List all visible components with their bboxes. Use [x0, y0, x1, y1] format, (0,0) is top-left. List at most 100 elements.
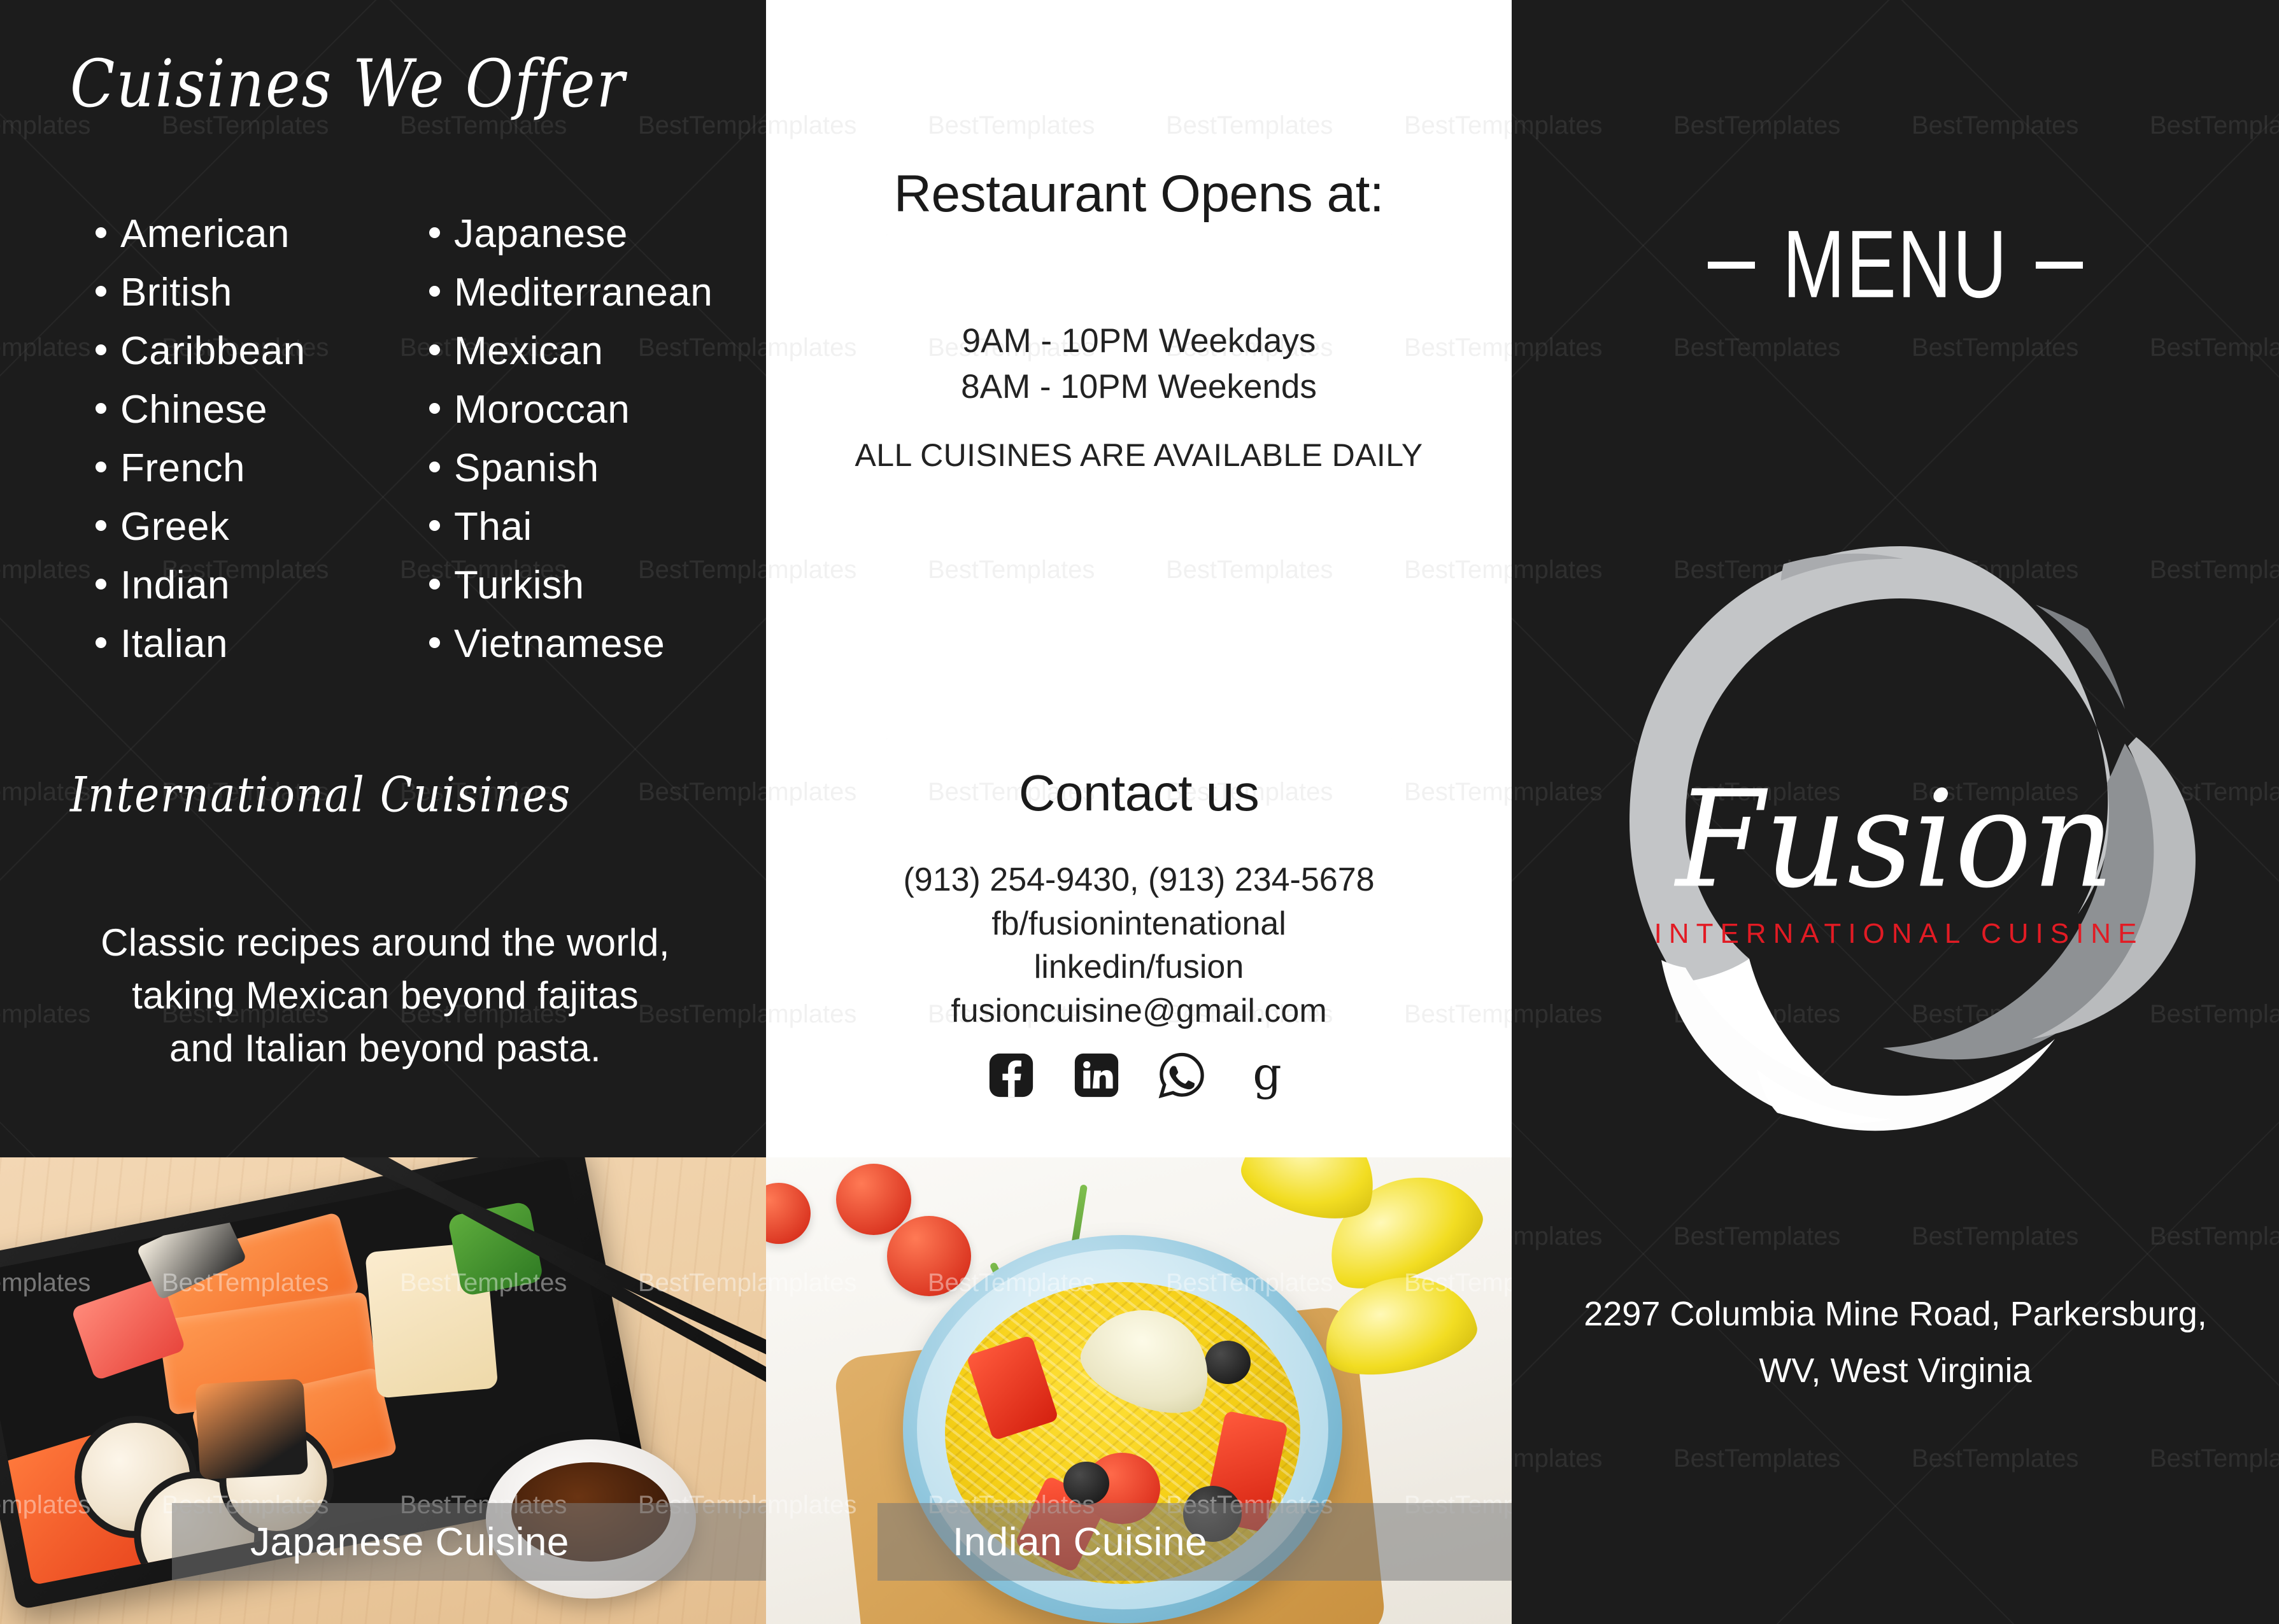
watermark-label: BestTemplates [2150, 111, 2279, 139]
svg-text:g: g [1253, 1050, 1281, 1100]
watermark-label: BestTemplates [1673, 1444, 1841, 1472]
address-line: 2297 Columbia Mine Road, Parkersburg, [1584, 1295, 2207, 1333]
international-body-line: and Italian beyond pasta. [169, 1026, 602, 1070]
bullet-icon [96, 520, 106, 531]
cuisine-item: Moroccan [429, 381, 720, 439]
watermark-label: BestTemplates [1512, 334, 1603, 362]
cuisine-column-1: American British Caribbean Chinese French Gre… [96, 205, 386, 674]
watermark-label: BestTemplates [1673, 111, 1841, 139]
cuisine-item-label: Greek [120, 505, 230, 549]
linkedin-icon[interactable] [1070, 1049, 1123, 1101]
watermark-label: BestTemplates [2150, 334, 2279, 362]
menu-label: MENU [1782, 211, 2008, 318]
contact-details: (913) 254-9430, (913) 234-5678 fb/fusioni… [766, 858, 1512, 1033]
social-links: g [766, 1049, 1512, 1101]
bullet-icon [96, 227, 106, 238]
watermark-label: BestTemplates [2150, 1444, 2279, 1472]
cuisine-item: Japanese [429, 205, 720, 264]
bullet-icon [429, 403, 440, 414]
bullet-icon [429, 520, 440, 531]
cuisine-item-label: Spanish [454, 446, 599, 490]
watermark-label: BestTemplates [1512, 1222, 1603, 1250]
cuisine-item-label: Chinese [120, 388, 267, 432]
bullet-icon [96, 462, 106, 472]
watermark-label: BestTemplates [638, 778, 766, 806]
cuisine-item-label: British [120, 271, 232, 314]
bullet-icon [429, 579, 440, 590]
availability-note: ALL CUISINES ARE AVAILABLE DAILY [855, 437, 1423, 473]
watermark-label: BestTemplates [0, 334, 91, 362]
watermark-label: BestTemplates [1512, 111, 1603, 139]
cuisine-item: Turkish [429, 556, 720, 615]
cuisine-item: Greek [96, 498, 386, 556]
whatsapp-icon[interactable] [1156, 1049, 1208, 1101]
cuisine-item-label: Turkish [454, 563, 585, 607]
menu-rule-right [2035, 261, 2083, 269]
watermark-label: BestTemplates [1912, 1444, 2079, 1472]
cuisine-item: French [96, 439, 386, 498]
contact-line: linkedin/fusion [1033, 949, 1244, 986]
cuisine-item: British [96, 264, 386, 322]
bullet-icon [96, 579, 106, 590]
international-body-line: taking Mexican beyond fajitas [132, 973, 639, 1017]
cuisine-item: Chinese [96, 381, 386, 439]
hours-line: 9AM - 10PM Weekdays [962, 322, 1316, 360]
hours-list: 9AM - 10PM Weekdays 8AM - 10PM Weekends [766, 318, 1512, 409]
watermark-label: BestTemplates [1912, 111, 2079, 139]
watermark-label: BestTemplates [1912, 1222, 2079, 1250]
address-line: WV, West Virginia [1759, 1352, 2032, 1390]
cuisine-item: American [96, 205, 386, 264]
cuisine-item-label: Caribbean [120, 329, 306, 373]
bullet-icon [429, 286, 440, 297]
bullet-icon [429, 637, 440, 648]
watermark-label: BestTemplates [1673, 334, 1841, 362]
cuisine-item: Mediterranean [429, 264, 720, 322]
contact-line: fb/fusionintenational [991, 905, 1286, 942]
cuisine-item: Indian [96, 556, 386, 615]
contact-line: (913) 254-9430, (913) 234-5678 [903, 861, 1375, 898]
facebook-icon[interactable] [985, 1049, 1037, 1101]
cuisine-column-2: Japanese Mediterranean Mexican Moroccan Span… [429, 205, 720, 674]
japanese-cuisine-photo: BestTemplatesBestTemplatesBestTemplatesB… [0, 1157, 766, 1624]
watermark-label: BestTemplates [2150, 1222, 2279, 1250]
japanese-cuisine-caption-label: Japanese Cuisine [250, 1520, 569, 1564]
google-icon[interactable]: g [1241, 1049, 1293, 1101]
fusion-logo-wordmark: Fusion [1675, 762, 2115, 918]
gunkan-piece [195, 1378, 309, 1480]
watermark-label: BestTemplates [638, 111, 766, 139]
bullet-icon [96, 403, 106, 414]
cuisine-item: Vietnamese [429, 615, 720, 674]
restaurant-address: 2297 Columbia Mine Road, Parkersburg, WV,… [1550, 1286, 2241, 1399]
international-body-line: Classic recipes around the world, [101, 921, 670, 964]
cuisine-item-label: Mexican [454, 329, 604, 373]
hours-line: 8AM - 10PM Weekends [961, 367, 1317, 406]
menu-rule-left [1708, 261, 1756, 269]
left-panel: BestTemplates BestTemplates BestTemplates B… [0, 0, 766, 1624]
bullet-icon [96, 286, 106, 297]
cuisine-item-label: American [120, 212, 290, 256]
cuisines-we-offer-heading: Cuisines We Offer [70, 45, 626, 122]
cuisine-item: Thai [429, 498, 720, 556]
bullet-icon [96, 637, 106, 648]
trifold-brochure: BestTemplates BestTemplates BestTemplates B… [0, 0, 2279, 1624]
cuisine-item-label: Thai [454, 505, 532, 549]
cuisine-item-label: French [120, 446, 245, 490]
watermark-label: BestTemplates [1673, 1222, 1841, 1250]
cuisine-item-label: Mediterranean [454, 271, 713, 314]
fusion-logo-tagline: INTERNATIONAL CUISINE [1654, 918, 2144, 949]
bullet-icon [429, 344, 440, 355]
watermark-label: BestTemplates [0, 556, 91, 584]
cuisine-item-label: Vietnamese [454, 622, 665, 666]
center-panel: BestTemplatesBestTemplatesBestTemplatesB… [766, 0, 1512, 1624]
cuisine-item: Italian [96, 615, 386, 674]
japanese-cuisine-caption: Japanese Cuisine [172, 1503, 766, 1581]
cuisine-item-label: Moroccan [454, 388, 630, 432]
cuisine-item: Caribbean [96, 322, 386, 381]
fusion-logo: Fusion INTERNATIONAL CUISINE [1512, 509, 2279, 1146]
bullet-icon [96, 344, 106, 355]
cuisine-item: Mexican [429, 322, 720, 381]
contact-heading: Contact us [1018, 765, 1260, 821]
international-cuisines-heading: International Cuisines [70, 766, 572, 823]
cuisine-item: Spanish [429, 439, 720, 498]
right-panel: BestTemplates BestTemplates BestTemplates B… [1512, 0, 2279, 1624]
